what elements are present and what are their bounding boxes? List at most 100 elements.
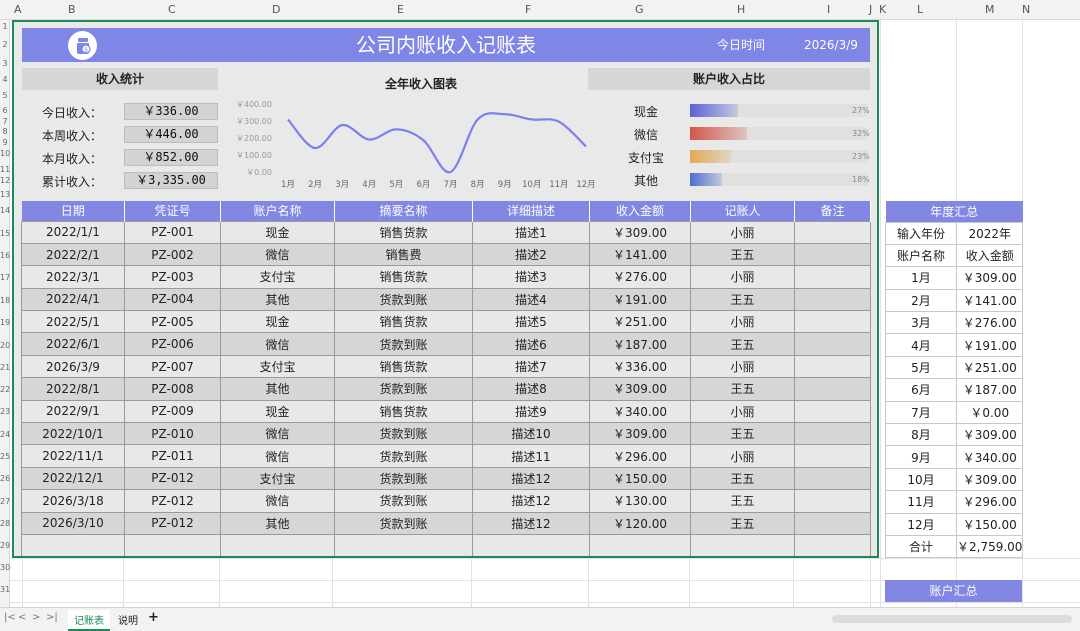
next-sheet-button[interactable]: > [32,612,40,623]
row-header-16[interactable]: 16 [0,251,10,260]
column-header-I[interactable]: I [827,3,830,16]
month-amount-cell[interactable]: ￥296.00 [955,490,1024,514]
row-header-8[interactable]: 8 [0,127,10,136]
row-header-28[interactable]: 28 [0,519,10,528]
month-amount-cell[interactable]: ￥309.00 [955,467,1024,492]
column-header-C[interactable]: C [168,3,176,16]
tab-ledger[interactable]: 记账表 [68,610,110,631]
first-sheet-button[interactable]: |< [4,612,16,623]
row-header-4[interactable]: 4 [0,75,10,84]
row-header-14[interactable]: 14 [0,206,10,215]
column-header-B[interactable]: B [68,3,76,16]
annual-row: 9月 ￥340.00 [885,445,1024,469]
tab-notes[interactable]: 说明 [112,610,144,629]
row-header-24[interactable]: 24 [0,430,10,439]
row-header-25[interactable]: 25 [0,452,10,461]
year-input[interactable]: 2022年 [955,221,1024,245]
row-header-5[interactable]: 5 [0,91,10,100]
row-header-13[interactable]: 13 [0,190,10,199]
row-header-12[interactable]: 12 [0,176,10,185]
selection-range[interactable] [12,20,879,558]
month-amount-cell[interactable]: ￥340.00 [955,445,1024,469]
row-header-1[interactable]: 1 [0,22,10,31]
month-amount-cell[interactable]: ￥309.00 [955,266,1024,290]
row-header-10[interactable]: 10 [0,149,10,158]
column-header-N[interactable]: N [1022,3,1030,16]
row-header-11[interactable]: 11 [0,165,10,174]
annual-row: 7月 ￥0.00 [885,400,1024,425]
gridline [10,602,1080,603]
row-header-31[interactable]: 31 [0,585,10,594]
gridline [880,20,881,610]
row-header-15[interactable]: 15 [0,229,10,238]
row-header-27[interactable]: 27 [0,497,10,506]
row-header-20[interactable]: 20 [0,341,10,350]
month-cell[interactable]: 8月 [885,423,957,447]
annual-row: 1月 ￥309.00 [885,266,1024,290]
month-cell[interactable]: 11月 [885,490,957,514]
month-cell[interactable]: 5月 [885,355,957,380]
annual-row: 11月 ￥296.00 [885,490,1024,514]
column-header-G[interactable]: G [635,3,644,16]
month-amount-cell[interactable]: ￥150.00 [955,512,1024,536]
month-amount-cell[interactable]: ￥141.00 [955,288,1024,313]
row-header-3[interactable]: 3 [0,59,10,68]
year-label: 输入年份 [885,221,957,245]
total-value[interactable]: ￥2,759.00 [955,534,1024,559]
month-cell[interactable]: 4月 [885,333,957,357]
column-header-F[interactable]: F [525,3,531,16]
column-header-J[interactable]: J [869,3,872,16]
account-summary-header: 账户汇总 [885,580,1022,602]
add-sheet-button[interactable]: + [144,610,163,625]
row-header-9[interactable]: 9 [0,138,10,147]
row-header-17[interactable]: 17 [0,273,10,282]
month-cell[interactable]: 10月 [885,467,957,492]
month-amount-cell[interactable]: ￥187.00 [955,378,1024,402]
row-header-18[interactable]: 18 [0,296,10,305]
column-header-L[interactable]: L [917,3,923,16]
month-cell[interactable]: 1月 [885,266,957,290]
month-amount-cell[interactable]: ￥191.00 [955,333,1024,357]
row-header-7[interactable]: 7 [0,117,10,126]
row-header-bar: 1 2 3 4 5 6 7 8 9 10 11 12 13 14 15 16 17 18 19 20 21 22 23 24 2… [0,20,10,610]
row-header-21[interactable]: 21 [0,363,10,372]
month-amount-cell[interactable]: ￥251.00 [955,355,1024,380]
sheet-tab-bar: |< < > >| 记账表 说明 + [0,607,1080,631]
row-header-26[interactable]: 26 [0,474,10,483]
total-label: 合计 [885,534,957,559]
month-cell[interactable]: 6月 [885,378,957,402]
annual-row: 4月 ￥191.00 [885,333,1024,357]
row-header-30[interactable]: 30 [0,563,10,572]
row-header-23[interactable]: 23 [0,407,10,416]
column-header-E[interactable]: E [397,3,404,16]
month-cell[interactable]: 7月 [885,400,957,425]
row-header-29[interactable]: 29 [0,541,10,550]
column-header-M[interactable]: M [985,3,995,16]
row-header-2[interactable]: 2 [0,40,10,49]
month-cell[interactable]: 2月 [885,288,957,313]
month-amount-cell[interactable]: ￥0.00 [955,400,1024,425]
horizontal-scrollbar[interactable] [832,615,1072,623]
column-header-D[interactable]: D [272,3,280,16]
annual-row: 5月 ￥251.00 [885,355,1024,380]
month-cell[interactable]: 3月 [885,311,957,335]
month-cell[interactable]: 9月 [885,445,957,469]
annual-row: 8月 ￥309.00 [885,423,1024,447]
row-header-6[interactable]: 6 [0,106,10,115]
annual-row: 6月 ￥187.00 [885,378,1024,402]
annual-col-account: 账户名称 [885,243,957,268]
prev-sheet-button[interactable]: < [18,612,26,623]
annual-row: 2月 ￥141.00 [885,288,1024,313]
column-header-bar: A B C D E F G H I JK L M N [0,0,1080,20]
row-header-19[interactable]: 19 [0,318,10,327]
column-header-H[interactable]: H [737,3,745,16]
month-amount-cell[interactable]: ￥309.00 [955,423,1024,447]
annual-row: 12月 ￥150.00 [885,512,1024,536]
month-cell[interactable]: 12月 [885,512,957,536]
annual-row: 10月 ￥309.00 [885,467,1024,492]
month-amount-cell[interactable]: ￥276.00 [955,311,1024,335]
last-sheet-button[interactable]: >| [46,612,58,623]
column-header-K[interactable]: K [879,3,886,16]
row-header-22[interactable]: 22 [0,385,10,394]
column-header-A[interactable]: A [14,3,22,16]
